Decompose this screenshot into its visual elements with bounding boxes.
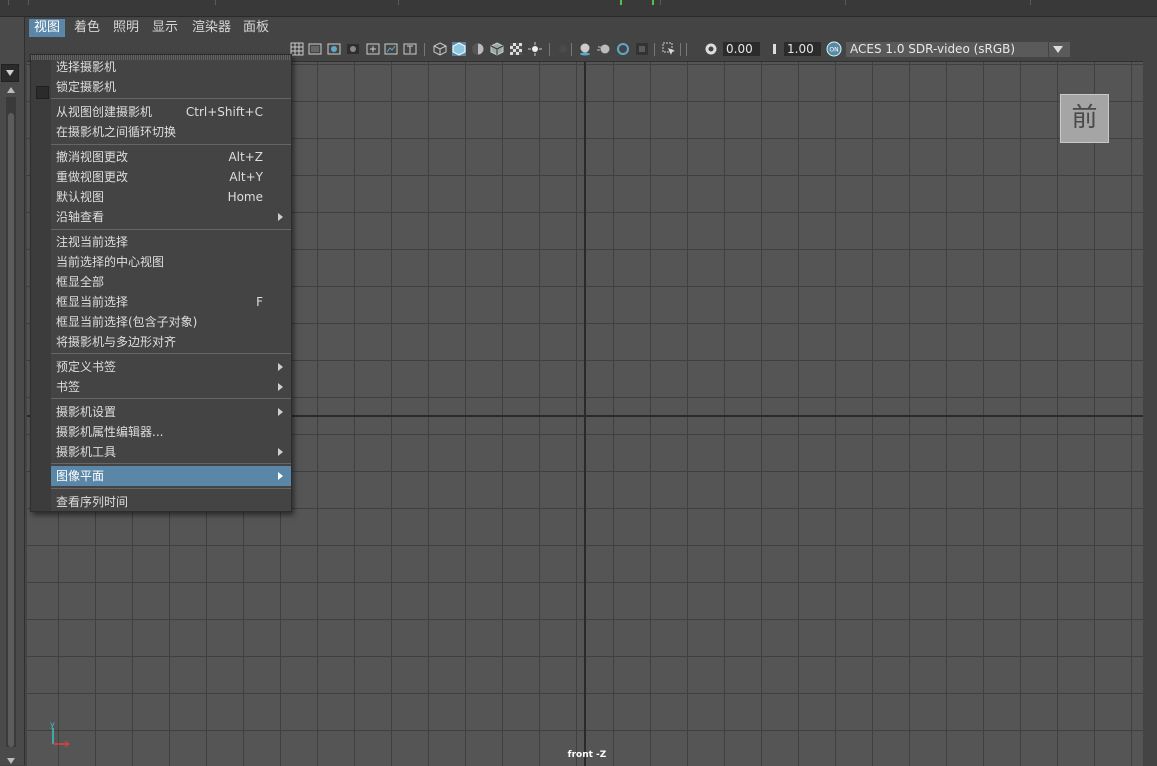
menu-separator [51,353,291,354]
menu-item-camera-attribute-editor[interactable]: 摄影机属性编辑器... [51,422,291,442]
isolate-select-icon[interactable] [662,42,676,56]
strip-tick [28,0,29,5]
menu-item-view-along-axis[interactable]: 沿轴查看 [51,207,291,227]
toolbar-separator [424,43,425,56]
safe-action-icon[interactable] [384,42,398,56]
left-scrollbar-thumb[interactable] [8,113,14,747]
left-dropdown-button[interactable] [1,64,19,82]
gamma-field[interactable]: 1.00 [784,42,821,56]
left-panel [0,17,25,765]
exposure-icon[interactable] [704,42,718,56]
panel-menubar: 视图 着色 照明 显示 渲染器 面板 [26,17,1144,39]
menu-item-select-camera[interactable]: 选择摄影机 [51,57,291,77]
strip-tick [660,0,661,5]
strip-tick [845,0,846,5]
lock-camera-checkbox[interactable] [36,86,49,99]
strip-tick [652,0,654,5]
menu-item-redo-view-change[interactable]: 重做视图更改 Alt+Y [51,167,291,187]
color-management-select[interactable]: ACES 1.0 SDR-video (sRGB) [846,42,1070,57]
menu-separator [51,488,291,489]
menu-gutter [31,60,51,511]
menu-item-create-camera-from-view[interactable]: 从视图创建摄影机 Ctrl+Shift+C [51,102,291,122]
menu-item-center-view-of-selection[interactable]: 当前选择的中心视图 [51,252,291,272]
menu-view[interactable]: 视图 [29,19,66,37]
texture-icon[interactable] [509,42,523,56]
menu-separator [51,463,291,464]
grid-axis-vertical [584,62,586,766]
scroll-down-arrow-icon[interactable] [7,758,15,764]
menu-separator [51,144,291,145]
menu-item-predefined-bookmarks[interactable]: 预定义书签 [51,357,291,377]
on-badge-icon[interactable]: ON [826,41,842,57]
svg-text:ON: ON [829,47,838,54]
chevron-down-icon[interactable] [1048,42,1067,57]
menu-item-frame-selection-with-children[interactable]: 框显当前选择(包含子对象) [51,312,291,332]
menu-item-image-plane[interactable]: 图像平面 [51,466,291,486]
exposure-field[interactable]: 0.00 [723,42,760,56]
motion-blur-icon[interactable] [597,42,611,56]
toolbar-separator [549,43,550,56]
menu-item-align-camera-to-polygon[interactable]: 将摄影机与多边形对齐 [51,332,291,352]
submenu-arrow-icon [278,383,283,391]
ambient-occlusion-icon[interactable] [578,42,592,56]
shadows-icon[interactable] [556,42,570,56]
menu-item-look-at-selection[interactable]: 注视当前选择 [51,232,291,252]
toolbar-separator [680,43,681,56]
submenu-arrow-icon [278,448,283,456]
strip-tick [8,0,9,5]
axis-gizmo-y-label: y [50,720,55,729]
menu-item-lock-camera[interactable]: 锁定摄影机 [51,77,291,97]
strip-tick [215,0,216,5]
menu-item-undo-view-change[interactable]: 撤消视图更改 Alt+Z [51,147,291,167]
menu-shading[interactable]: 着色 [69,19,105,37]
grid-icon[interactable] [290,42,304,56]
submenu-arrow-icon [278,408,283,416]
anti-aliasing-icon[interactable] [616,42,630,56]
lights-icon[interactable] [528,42,542,56]
view-dropdown-menu: 选择摄影机 锁定摄影机 从视图创建摄影机 Ctrl+Shift+C 在摄影机之间循… [30,54,292,512]
menu-panels[interactable]: 面板 [238,19,274,37]
resolution-gate-icon[interactable] [327,42,341,56]
gamma-icon[interactable] [766,42,780,56]
menu-item-default-view[interactable]: 默认视图 Home [51,187,291,207]
toolbar-separator [654,43,655,56]
menu-item-frame-all[interactable]: 框显全部 [51,272,291,292]
menu-renderer[interactable]: 渲染器 [187,19,236,37]
submenu-arrow-icon [278,213,283,221]
toolbar-separator [686,43,687,56]
menu-item-camera-settings[interactable]: 摄影机设置 [51,402,291,422]
strip-tick [620,0,622,5]
safe-title-icon[interactable] [403,42,417,56]
strip-tick [398,0,399,5]
menu-item-cycle-cameras[interactable]: 在摄影机之间循环切换 [51,122,291,142]
submenu-arrow-icon [278,472,283,480]
menu-item-view-sequence-time[interactable]: 查看序列时间 [51,492,291,512]
submenu-arrow-icon [278,363,283,371]
strip-tick [1030,0,1031,5]
menu-lighting[interactable]: 照明 [108,19,144,37]
menu-separator [51,98,291,99]
film-gate-icon[interactable] [308,42,322,56]
smooth-shade-icon[interactable] [452,42,466,56]
menu-item-bookmarks[interactable]: 书签 [51,377,291,397]
top-strip [0,0,1157,17]
menu-separator [51,229,291,230]
default-material-icon[interactable] [471,42,485,56]
field-chart-icon[interactable] [366,42,380,56]
menu-separator [51,398,291,399]
camera-label: front -Z [567,750,607,760]
wireframe-on-shaded-icon[interactable] [490,42,504,56]
menu-show[interactable]: 显示 [147,19,183,37]
axis-gizmo-icon: y [50,720,70,748]
menu-item-camera-tools[interactable]: 摄影机工具 [51,442,291,462]
scroll-up-arrow-icon[interactable] [7,87,15,93]
toolbar-separator [571,43,572,56]
gate-mask-icon[interactable] [346,42,360,56]
depth-of-field-icon[interactable] [635,42,649,56]
wireframe-icon[interactable] [433,42,447,56]
viewcube[interactable]: 前 [1060,94,1109,143]
menu-item-frame-selection[interactable]: 框显当前选择 F [51,292,291,312]
